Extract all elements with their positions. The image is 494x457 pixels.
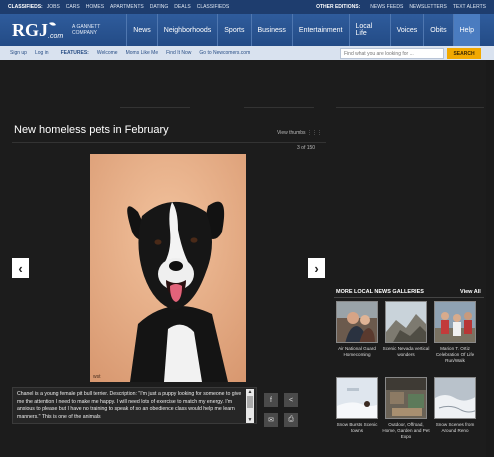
gallery-thumb[interactable] [336, 377, 378, 419]
next-photo-button[interactable]: › [308, 258, 325, 278]
page-scrollbar[interactable] [486, 60, 494, 457]
nav-voices[interactable]: Voices [389, 14, 424, 46]
previous-photo-button[interactable]: ‹ [12, 258, 29, 278]
feature-newcomers[interactable]: Go to Newcomers.com [199, 50, 250, 56]
classifieds-link-homes[interactable]: HOMES [86, 4, 104, 10]
tagline: A GANNETT COMPANY [72, 24, 101, 36]
gallery-thumb-image [337, 378, 377, 418]
view-thumbs-label: View thumbs [277, 130, 306, 136]
gallery-thumb-caption[interactable]: Air National Guard Homecoming [332, 346, 382, 358]
nav-obits[interactable]: Obits [423, 14, 452, 46]
nav-sports[interactable]: Sports [217, 14, 250, 46]
classifieds-link-cars[interactable]: CARS [66, 4, 80, 10]
gallery-thumb-image [386, 378, 426, 418]
classifieds-link-jobs[interactable]: JOBS [47, 4, 60, 10]
nav-local-life[interactable]: Local Life [348, 14, 390, 46]
news-feeds-link[interactable]: NEWS FEEDS [370, 4, 403, 10]
caption-scrollbar[interactable]: ▲ ▼ [246, 389, 254, 423]
text-alerts-link[interactable]: TEXT ALERTS [453, 4, 486, 10]
other-editions-label: OTHER EDITIONS: [316, 4, 361, 10]
print-button[interactable]: ⎙ [284, 413, 298, 427]
gallery-thumb-caption[interactable]: Marion T. Ortiz Celebration Of Life Run/… [430, 346, 480, 363]
gallery-thumb[interactable] [336, 301, 378, 343]
classifieds-link-dating[interactable]: DATING [150, 4, 169, 10]
sub-bar: Sign up Log in FEATURES: Welcome Moms Li… [0, 46, 494, 60]
nav-neighborhoods[interactable]: Neighborhoods [156, 14, 217, 46]
scroll-up-icon[interactable]: ▲ [246, 389, 254, 395]
divider [334, 297, 484, 298]
svg-text:RGJ: RGJ [12, 20, 48, 40]
masthead: RGJ .com A GANNETT COMPANY News Neighbor… [0, 14, 494, 46]
more-galleries-title: MORE LOCAL NEWS GALLERIES [336, 289, 424, 295]
gallery-thumb-caption[interactable]: Snow Bursts Scenic towns [332, 422, 382, 434]
facebook-share-button[interactable]: f [264, 393, 278, 407]
nav-entertainment[interactable]: Entertainment [291, 14, 349, 46]
grid-icon: ⋮⋮⋮ [306, 130, 322, 136]
scroll-thumb[interactable] [247, 396, 253, 408]
divider [244, 107, 314, 108]
feature-moms-like-me[interactable]: Moms Like Me [126, 50, 159, 56]
gallery-thumb[interactable] [385, 377, 427, 419]
email-button[interactable]: ✉ [264, 413, 278, 427]
search-input[interactable] [340, 48, 444, 59]
chevron-left-icon: ‹ [18, 260, 23, 276]
classifieds-link-apartments[interactable]: APARTMENTS [110, 4, 144, 10]
search-button[interactable]: SEARCH [447, 48, 481, 59]
svg-text:.com: .com [48, 33, 63, 40]
gallery-thumb[interactable] [434, 301, 476, 343]
feature-welcome[interactable]: Welcome [97, 50, 118, 56]
gallery-thumb-image [435, 378, 475, 418]
gallery-thumb[interactable] [434, 377, 476, 419]
nav-business[interactable]: Business [250, 14, 292, 46]
other-editions: OTHER EDITIONS: NEWS FEEDS NEWSLETTERS T… [316, 4, 486, 10]
gallery-thumb-caption[interactable]: Outdoor, Offroad, Home, Garden and Pet E… [381, 422, 431, 439]
main-nav: News Neighborhoods Sports Business Enter… [126, 14, 480, 46]
features-label: FEATURES: [60, 50, 89, 56]
sign-up-link[interactable]: Sign up [10, 50, 27, 56]
gallery-thumb-image [435, 302, 475, 342]
newsletters-link[interactable]: NEWSLETTERS [409, 4, 447, 10]
classifieds-bar: CLASSIFIEDS: JOBS CARS HOMES APARTMENTS … [0, 0, 494, 14]
classifieds-label: CLASSIFIEDS: [8, 4, 43, 10]
facebook-icon: f [270, 396, 272, 404]
classifieds-link-deals[interactable]: DEALS [174, 4, 190, 10]
print-icon: ⎙ [288, 416, 294, 423]
rgj-logo-icon: RGJ .com [12, 20, 63, 40]
scroll-down-icon[interactable]: ▼ [246, 417, 254, 423]
feature-find-it-now[interactable]: Find It Now [166, 50, 191, 56]
photo-counter: 3 of 150 [297, 145, 316, 151]
gallery-title: New homeless pets in February [14, 124, 169, 136]
dog-photo: wst [90, 154, 246, 382]
gallery-thumb-image [386, 302, 426, 342]
divider [336, 107, 484, 108]
gallery-thumb-image [337, 302, 377, 342]
photo-credit: wst [93, 374, 101, 380]
view-thumbs-link[interactable]: View thumbs ⋮⋮⋮ [277, 130, 322, 136]
view-all-link[interactable]: View All [460, 289, 481, 295]
divider [120, 107, 190, 108]
share-icon: < [288, 396, 294, 404]
nav-news[interactable]: News [126, 14, 157, 46]
gallery-thumb[interactable] [385, 301, 427, 343]
rgj-logo[interactable]: RGJ .com [12, 18, 64, 42]
nav-help[interactable]: Help [452, 14, 480, 46]
email-icon: ✉ [268, 417, 274, 424]
photo-caption: Chanel is a young female pit bull terrie… [12, 387, 257, 424]
gallery-photo[interactable]: wst [90, 154, 246, 382]
share-button[interactable]: < [284, 393, 298, 407]
gallery-thumb-caption[interactable]: Scenic Nevada vertical wonders [381, 346, 431, 358]
chevron-right-icon: › [314, 260, 319, 276]
gallery-thumb-caption[interactable]: Snow Scenes from Around Reno [430, 422, 480, 434]
classifieds-link-classifieds[interactable]: CLASSIFIEDS [197, 4, 230, 10]
log-in-link[interactable]: Log in [35, 50, 49, 56]
